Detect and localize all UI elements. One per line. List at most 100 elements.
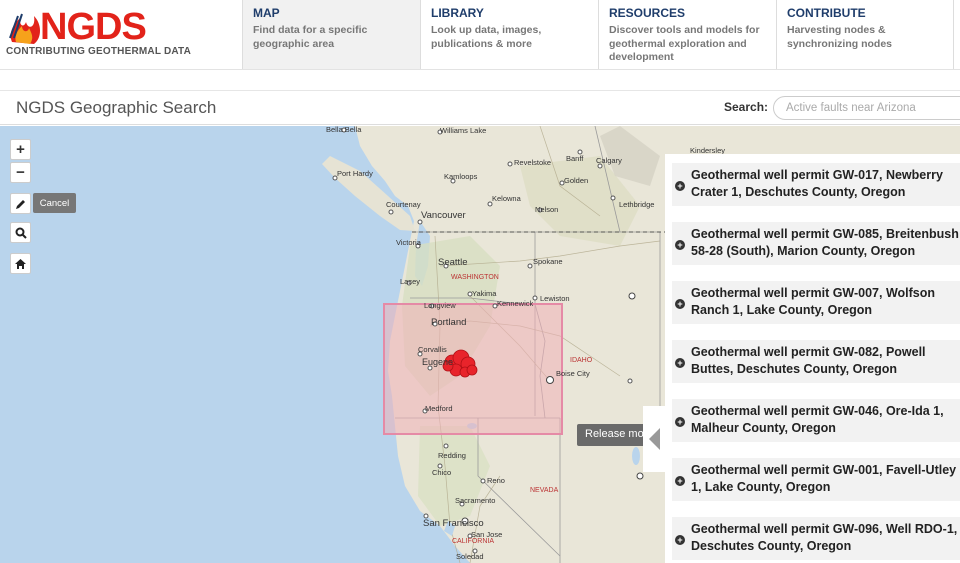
result-card: + Geothermal well permit GW-082, Powell … — [672, 340, 960, 383]
nav-desc: Harvesting nodes & synchronizing nodes — [787, 24, 893, 50]
result-title: Geothermal well permit GW-007, Wolfson R… — [691, 286, 936, 317]
map-region-label: NEVADA — [530, 487, 559, 494]
map-label: Longview — [424, 301, 456, 310]
result-title: Geothermal well permit GW-085, Breitenbu… — [691, 227, 959, 258]
result-item[interactable]: + Geothermal well permit GW-007, Wolfson… — [665, 272, 960, 331]
result-card: + Geothermal well permit GW-017, Newberr… — [672, 163, 960, 206]
expand-plus-icon[interactable]: + — [675, 417, 685, 427]
flame-logo-icon — [9, 13, 40, 44]
map-label: Kamloops — [444, 172, 478, 181]
nav-title: LIBRARY — [431, 6, 484, 20]
page-titlebar: NGDS Geographic Search Search: — [0, 90, 960, 125]
minus-icon: − — [16, 164, 25, 181]
search-icon — [15, 227, 27, 239]
nav-item-contribute[interactable]: CONTRIBUTE Harvesting nodes & synchroniz… — [776, 0, 954, 69]
expand-plus-icon[interactable]: + — [675, 181, 685, 191]
cancel-draw-button[interactable]: Cancel — [33, 193, 76, 213]
map-label: Williams Lake — [440, 126, 487, 135]
result-card: + Geothermal well permit GW-085, Breiten… — [672, 222, 960, 265]
site-header: NGDS CONTRIBUTING GEOTHERMAL DATA MAP Fi… — [0, 0, 960, 70]
map-label: Golden — [564, 176, 589, 185]
result-title: Geothermal well permit GW-017, Newberry … — [691, 168, 943, 199]
map-label: Kennewick — [497, 299, 534, 308]
result-item[interactable]: + Geothermal well permit GW-085, Breiten… — [665, 213, 960, 272]
ngds-logo[interactable]: NGDS CONTRIBUTING GEOTHERMAL DATA — [6, 6, 242, 64]
home-button[interactable] — [10, 253, 31, 274]
zoom-out-button[interactable]: − — [10, 162, 31, 183]
result-item[interactable]: + Geothermal well permit GW-082, Powell … — [665, 331, 960, 390]
result-card: + Geothermal well permit GW-007, Wolfson… — [672, 281, 960, 324]
result-card: + Geothermal well permit GW-096, Well RD… — [672, 517, 960, 560]
search-map-button[interactable] — [10, 222, 31, 243]
logo-tagline: CONTRIBUTING GEOTHERMAL DATA — [6, 46, 192, 57]
map-label: Eugene — [422, 357, 454, 367]
map-label: Sacramento — [455, 496, 496, 505]
result-card: + Geothermal well permit GW-046, Ore-Ida… — [672, 399, 960, 442]
map-label: Vancouver — [421, 210, 466, 221]
map-label: Calgary — [596, 156, 622, 165]
result-item[interactable]: + Geothermal well permit GW-001, Favell-… — [665, 449, 960, 508]
map-label: Redding — [438, 451, 466, 460]
main-nav: MAP Find data for a specific geographic … — [242, 0, 954, 69]
nav-title: MAP — [253, 6, 280, 20]
result-title: Geothermal well permit GW-046, Ore-Ida 1… — [691, 404, 944, 435]
map-canvas[interactable]: Bella Bella Williams Lake Banff Port Har… — [0, 126, 960, 563]
nav-desc: Look up data, images, publications & mor… — [431, 24, 542, 50]
map-label: Boise City — [556, 369, 590, 378]
map-region-label: CALIFORNIA — [452, 538, 495, 545]
map-label: Lacey — [400, 277, 421, 286]
map-label: Port Hardy — [337, 169, 373, 178]
result-item[interactable]: + Geothermal well permit GW-096, Well RD… — [665, 508, 960, 563]
map-region-label: WASHINGTON — [451, 274, 499, 281]
map-label: Bella Bella — [326, 126, 362, 134]
map-label: Courtenay — [386, 200, 421, 209]
map-label: Soledad — [456, 552, 484, 561]
map-label: Reno — [487, 476, 505, 485]
page-title: NGDS Geographic Search — [16, 98, 217, 117]
results-panel-toggle[interactable] — [643, 406, 665, 472]
result-title: Geothermal well permit GW-001, Favell-Ut… — [691, 463, 957, 494]
map-label: Lethbridge — [619, 200, 655, 209]
zoom-in-button[interactable]: + — [10, 139, 31, 160]
nav-item-map[interactable]: MAP Find data for a specific geographic … — [242, 0, 420, 69]
nav-desc: Discover tools and models for geothermal… — [609, 24, 760, 63]
nav-title: RESOURCES — [609, 6, 686, 20]
map-label: Revelstoke — [514, 158, 552, 167]
result-item[interactable]: + Geothermal well permit GW-046, Ore-Ida… — [665, 390, 960, 449]
map-label: Corvallis — [418, 345, 447, 354]
plus-icon: + — [16, 141, 25, 158]
logo-wordmark: NGDS — [40, 6, 147, 48]
map-label: Nelson — [535, 205, 559, 214]
draw-button[interactable] — [10, 193, 31, 214]
expand-plus-icon[interactable]: + — [675, 476, 685, 486]
app-root: NGDS CONTRIBUTING GEOTHERMAL DATA MAP Fi… — [0, 0, 960, 563]
nav-item-library[interactable]: LIBRARY Look up data, images, publicatio… — [420, 0, 598, 69]
map-label: San Francisco — [423, 518, 484, 529]
map-label: Victoria — [396, 238, 421, 247]
expand-plus-icon[interactable]: + — [675, 358, 685, 368]
result-item[interactable]: + Geothermal well permit GW-017, Newberr… — [665, 154, 960, 213]
result-title: Geothermal well permit GW-082, Powell Bu… — [691, 345, 926, 376]
map-label: Seattle — [438, 257, 468, 268]
map-label: Yakima — [472, 289, 497, 298]
nav-item-resources[interactable]: RESOURCES Discover tools and models for … — [598, 0, 776, 69]
results-panel: + Geothermal well permit GW-017, Newberr… — [665, 154, 960, 563]
nav-title: CONTRIBUTE — [787, 6, 866, 20]
search-label: Search: — [724, 100, 769, 114]
map-label: Spokane — [533, 257, 563, 266]
result-title: Geothermal well permit GW-096, Well RDO-… — [691, 522, 958, 553]
search-input[interactable] — [773, 96, 960, 120]
map-label: Lewiston — [540, 294, 570, 303]
home-icon — [15, 258, 26, 269]
map-label: Banff — [566, 154, 584, 163]
map-label: Kelowna — [492, 194, 521, 203]
result-card: + Geothermal well permit GW-001, Favell-… — [672, 458, 960, 501]
nav-desc: Find data for a specific geographic area — [253, 24, 368, 50]
expand-plus-icon[interactable]: + — [675, 299, 685, 309]
map-region-label: IDAHO — [570, 357, 593, 364]
pencil-icon — [15, 199, 25, 209]
map-label: Chico — [432, 468, 452, 477]
map-label: Medford — [425, 404, 453, 413]
expand-plus-icon[interactable]: + — [675, 535, 685, 545]
expand-plus-icon[interactable]: + — [675, 240, 685, 250]
